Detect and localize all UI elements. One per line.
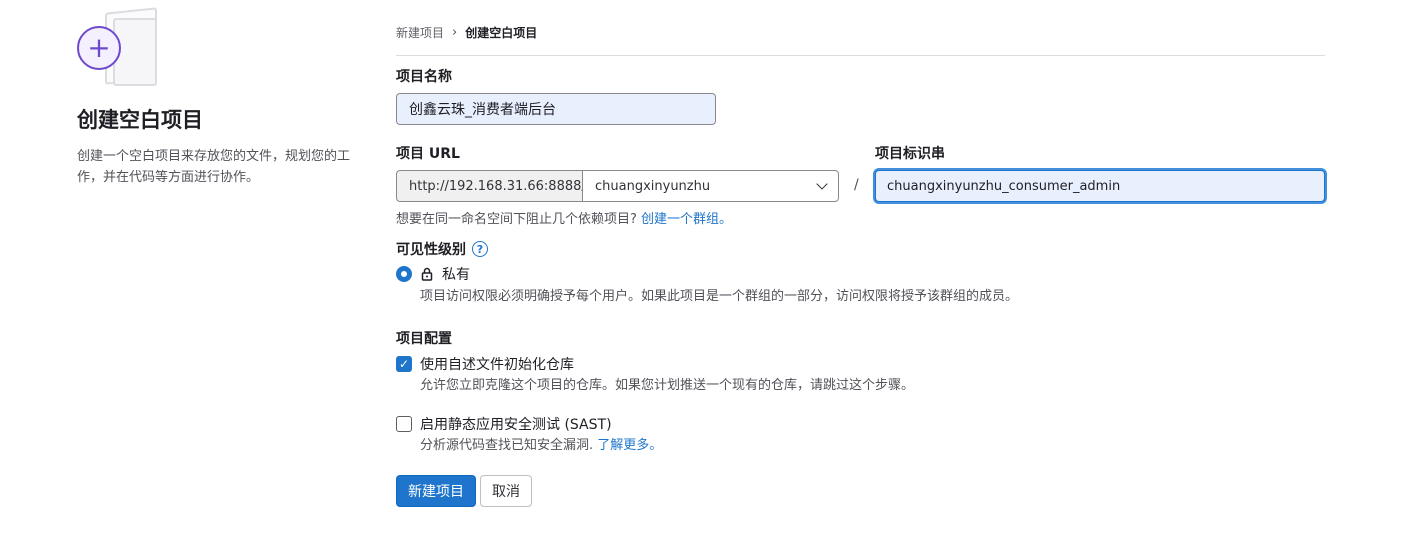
- sast-description: 分析源代码查找已知安全漏洞. 了解更多。: [420, 434, 662, 453]
- new-project-illustration: +: [77, 7, 161, 88]
- private-description: 项目访问权限必须明确授予每个用户。如果此项目是一个群组的一部分，访问权限将授予该…: [420, 289, 1019, 304]
- visibility-private-option[interactable]: 私有: [396, 264, 470, 284]
- group-help-text: 想要在同一命名空间下阻止几个依赖项目? 创建一个群组。: [396, 208, 732, 227]
- namespace-select[interactable]: chuangxinyunzhu: [582, 170, 839, 202]
- sast-option[interactable]: 启用静态应用安全测试 (SAST): [396, 414, 612, 434]
- project-slug-input[interactable]: chuangxinyunzhu_consumer_admin: [875, 170, 1325, 202]
- url-prefix: http://192.168.31.66:8888/: [396, 170, 586, 202]
- project-name-input[interactable]: 创鑫云珠_消费者端后台: [396, 93, 716, 125]
- breadcrumb: 新建项目 › 创建空白项目: [396, 24, 537, 41]
- sast-checkbox[interactable]: [396, 416, 412, 432]
- visibility-label: 可见性级别 ?: [396, 239, 488, 259]
- project-slug-label: 项目标识串: [875, 146, 945, 162]
- chevron-right-icon: ›: [452, 25, 458, 40]
- breadcrumb-current: 创建空白项目: [465, 26, 538, 40]
- question-icon[interactable]: ?: [472, 241, 488, 257]
- divider: [396, 55, 1325, 56]
- group-help-message: 想要在同一命名空间下阻止几个依赖项目?: [396, 212, 637, 227]
- create-group-link[interactable]: 创建一个群组。: [641, 212, 732, 227]
- private-radio[interactable]: [396, 266, 412, 282]
- intro-panel: + 创建空白项目 创建一个空白项目来存放您的文件，规划您的工作，并在代码等方面进…: [77, 7, 367, 188]
- page-description: 创建一个空白项目来存放您的文件，规划您的工作，并在代码等方面进行协作。: [77, 149, 351, 185]
- private-label: 私有: [442, 267, 470, 283]
- sast-description-text: 分析源代码查找已知安全漏洞.: [420, 438, 594, 453]
- learn-more-link[interactable]: 了解更多。: [597, 438, 662, 453]
- page-title: 创建空白项目: [77, 108, 203, 132]
- create-project-button[interactable]: 新建项目: [396, 475, 476, 507]
- project-url-group: http://192.168.31.66:8888/ chuangxinyunz…: [396, 170, 839, 202]
- visibility-label-text: 可见性级别: [396, 242, 466, 258]
- project-config-label: 项目配置: [396, 331, 452, 347]
- readme-description: 允许您立即克隆这个项目的仓库。如果您计划推送一个现有的仓库，请跳过这个步骤。: [420, 378, 915, 393]
- cancel-button[interactable]: 取消: [480, 475, 532, 507]
- readme-checkbox[interactable]: ✓: [396, 356, 412, 372]
- chevron-down-icon: [816, 178, 828, 190]
- project-name-label: 项目名称: [396, 69, 452, 85]
- namespace-value: chuangxinyunzhu: [595, 178, 711, 194]
- sast-label: 启用静态应用安全测试 (SAST): [420, 417, 612, 433]
- breadcrumb-parent[interactable]: 新建项目: [396, 24, 444, 41]
- lock-icon: [421, 267, 433, 281]
- plus-icon: +: [77, 26, 121, 70]
- project-url-label: 项目 URL: [396, 146, 460, 162]
- readme-label: 使用自述文件初始化仓库: [420, 357, 574, 373]
- readme-option[interactable]: ✓ 使用自述文件初始化仓库: [396, 354, 574, 374]
- url-separator: /: [854, 177, 859, 193]
